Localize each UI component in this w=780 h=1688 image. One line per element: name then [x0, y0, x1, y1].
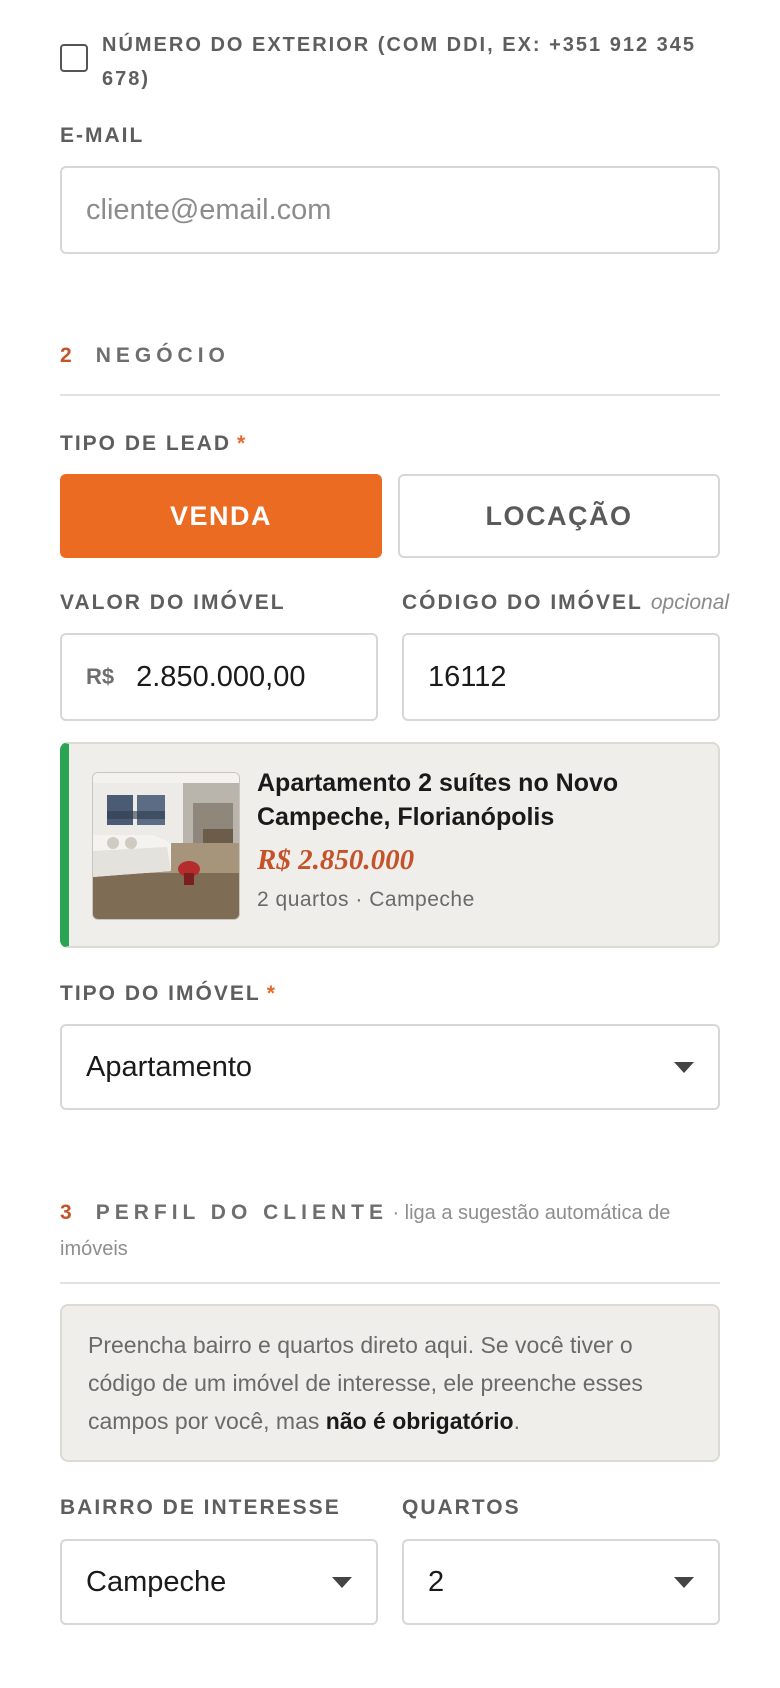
property-card-details: 2 quartos · Campeche — [257, 888, 475, 911]
currency-prefix: R$ — [86, 664, 115, 689]
neighborhood-select[interactable]: Campeche — [60, 1539, 378, 1625]
required-mark: * — [266, 982, 277, 1005]
bedrooms-select[interactable]: 2 — [402, 1539, 720, 1625]
chevron-down-icon — [674, 1061, 694, 1073]
property-code-text: 16112 — [428, 660, 507, 693]
section-title: PERFIL DO CLIENTE — [95, 1201, 388, 1224]
property-value-label: VALOR DO IMÓVEL — [60, 591, 286, 614]
optional-tag: opcional — [650, 591, 730, 614]
locacao-label: LOCAÇÃO — [485, 500, 633, 531]
section-perfil-header: 3 PERFIL DO CLIENTE · liga a sugestão aut… — [60, 1196, 720, 1284]
property-type-value: Apartamento — [86, 1050, 253, 1083]
info-text-bold: não é obrigatório — [325, 1408, 514, 1434]
section-title: NEGÓCIO — [95, 344, 230, 367]
required-mark: * — [237, 432, 248, 455]
property-card-title: Apartamento 2 suítes no Novo Campeche, F… — [257, 769, 619, 831]
chevron-down-icon — [674, 1576, 694, 1588]
property-type-select[interactable]: Apartamento — [60, 1024, 720, 1110]
property-code-input[interactable]: 16112 — [402, 633, 720, 721]
neighborhood-value: Campeche — [86, 1565, 227, 1598]
lead-type-locacao-button[interactable]: LOCAÇÃO — [398, 474, 720, 558]
chevron-down-icon — [332, 1576, 352, 1588]
property-type-label: TIPO DO IMÓVEL * — [60, 982, 277, 1006]
info-box: Preencha bairro e quartos direto aqui. S… — [60, 1304, 720, 1462]
section-number: 2 — [60, 344, 74, 367]
bedrooms-label: QUARTOS — [402, 1496, 521, 1519]
property-thumbnail — [92, 772, 240, 920]
info-text-end: . — [513, 1408, 520, 1434]
property-value-input[interactable]: R$ 2.850.000,00 — [60, 633, 378, 721]
property-type-label-text: TIPO DO IMÓVEL — [60, 982, 261, 1005]
lead-type-venda-button[interactable]: VENDA — [60, 474, 382, 558]
living-room-image — [93, 773, 239, 919]
bedrooms-value: 2 — [428, 1565, 445, 1598]
property-value-text: 2.850.000,00 — [136, 660, 306, 693]
property-code-label-text: CÓDIGO DO IMÓVEL — [402, 591, 643, 614]
lead-type-label-text: TIPO DE LEAD — [60, 432, 232, 455]
venda-label: VENDA — [169, 500, 272, 531]
neighborhood-label: BAIRRO DE INTERESSE — [60, 1496, 341, 1519]
foreign-number-checkbox[interactable] — [60, 44, 88, 72]
email-label: E-MAIL — [60, 124, 145, 147]
lead-type-label: TIPO DE LEAD * — [60, 432, 247, 456]
email-field[interactable]: cliente@email.com — [60, 166, 720, 254]
section-number: 3 — [60, 1201, 74, 1224]
section-negocio-header: 2 NEGÓCIO — [60, 344, 720, 396]
property-code-label: CÓDIGO DO IMÓVEL opcional — [402, 591, 729, 615]
property-card-price: R$ 2.850.000 — [257, 844, 415, 876]
foreign-number-label: NÚMERO DO EXTERIOR (COM DDI, EX: +351 91… — [102, 34, 697, 90]
property-preview-card[interactable]: Apartamento 2 suítes no Novo Campeche, F… — [60, 742, 720, 948]
email-placeholder: cliente@email.com — [86, 193, 332, 226]
